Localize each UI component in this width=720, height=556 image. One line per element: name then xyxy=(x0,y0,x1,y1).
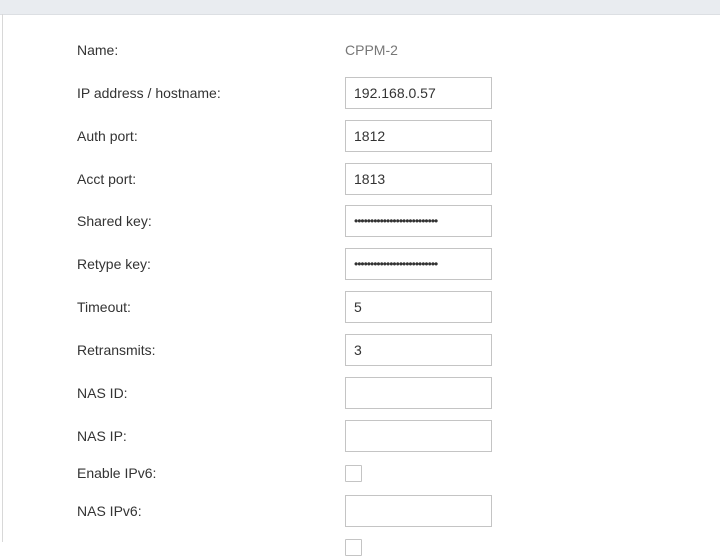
enable-ipv6-label: Enable IPv6: xyxy=(77,465,157,481)
acct-port-input[interactable] xyxy=(345,163,492,195)
auth-port-label: Auth port: xyxy=(77,128,138,144)
nas-ipv6-input[interactable] xyxy=(345,495,492,527)
retype-key-label: Retype key: xyxy=(77,256,151,272)
nas-id-label: NAS ID: xyxy=(77,385,128,401)
nas-ip-label: NAS IP: xyxy=(77,428,127,444)
name-value: CPPM-2 xyxy=(345,42,398,58)
acct-port-label: Acct port: xyxy=(77,171,137,187)
shared-key-input[interactable] xyxy=(345,205,492,237)
ip-label: IP address / hostname: xyxy=(77,85,221,101)
timeout-input[interactable] xyxy=(345,291,492,323)
nas-ipv6-label: NAS IPv6: xyxy=(77,503,142,519)
shared-key-label: Shared key: xyxy=(77,213,152,229)
nas-id-input[interactable] xyxy=(345,377,492,409)
top-header-bar xyxy=(0,0,720,15)
retransmits-label: Retransmits: xyxy=(77,342,156,358)
ip-address-input[interactable] xyxy=(345,77,492,109)
timeout-label: Timeout: xyxy=(77,299,131,315)
panel-border xyxy=(2,14,3,542)
auth-port-input[interactable] xyxy=(345,120,492,152)
retype-key-input[interactable] xyxy=(345,248,492,280)
retransmits-input[interactable] xyxy=(345,334,492,366)
name-label: Name: xyxy=(77,42,119,58)
enable-ipv6-checkbox[interactable] xyxy=(345,465,362,482)
nas-ip-input[interactable] xyxy=(345,420,492,452)
